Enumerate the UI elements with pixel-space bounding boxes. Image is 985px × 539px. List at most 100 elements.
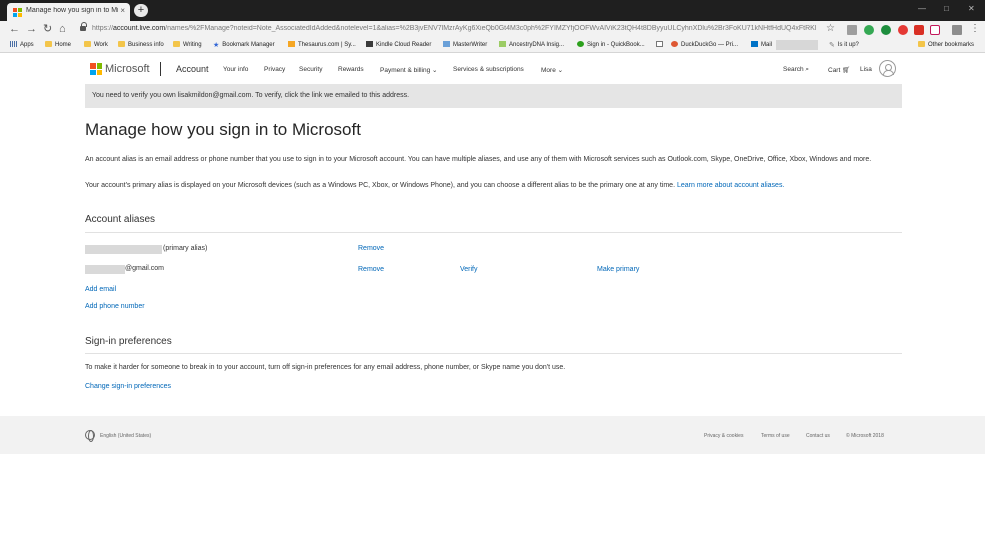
search-button[interactable]: Search ⌕ bbox=[783, 66, 809, 74]
bookmark-work[interactable]: Work bbox=[84, 41, 108, 48]
profile-icon[interactable] bbox=[952, 25, 962, 35]
bookmark-home[interactable]: Home bbox=[45, 41, 71, 48]
folder-icon bbox=[173, 41, 180, 47]
tab-close-icon[interactable]: × bbox=[120, 6, 125, 15]
bookmark-business-info[interactable]: Business info bbox=[118, 41, 164, 48]
bookmark-masterwriter[interactable]: MasterWriter bbox=[443, 41, 487, 48]
page-title: Manage how you sign in to Microsoft bbox=[85, 120, 361, 139]
kindle-icon bbox=[366, 41, 373, 47]
avatar-icon[interactable] bbox=[879, 60, 896, 77]
section-divider bbox=[85, 353, 902, 354]
duckduckgo-icon bbox=[671, 41, 678, 47]
url-prefix: https:// bbox=[92, 25, 114, 32]
page-content: Microsoft Account Your info Privacy Secu… bbox=[0, 54, 985, 539]
bookmark-kindle[interactable]: Kindle Cloud Reader bbox=[366, 41, 431, 48]
bookmarks-bar: Apps Home Work Business info Writing ★ Bo… bbox=[0, 38, 985, 53]
bookmark-apps[interactable]: Apps bbox=[10, 41, 34, 48]
footer-terms-link[interactable]: Terms of use bbox=[761, 433, 790, 439]
home-icon[interactable]: ⌂ bbox=[59, 22, 66, 37]
sign-in-preferences-text: To make it harder for someone to break i… bbox=[85, 364, 566, 371]
bookmark-ancestry[interactable]: AncestryDNA Insig... bbox=[499, 41, 564, 48]
ancestry-icon bbox=[499, 41, 506, 47]
primary-alias-description: Your account's primary alias is displaye… bbox=[85, 182, 676, 189]
account-home-link[interactable]: Account bbox=[176, 64, 209, 74]
star-icon: ★ bbox=[213, 42, 220, 49]
user-name[interactable]: Lisa bbox=[860, 66, 872, 73]
extension-red-icon[interactable] bbox=[914, 25, 924, 35]
extension-box-icon[interactable] bbox=[930, 25, 940, 35]
change-sign-in-preferences-link[interactable]: Change sign-in preferences bbox=[85, 383, 171, 390]
browser-tab[interactable]: Manage how you sign in to Mic × bbox=[7, 3, 130, 21]
outlook-mail-icon bbox=[751, 41, 758, 47]
url-host: account.live.com bbox=[113, 25, 166, 32]
wrench-icon: ✎ bbox=[829, 42, 835, 49]
bookmark-page[interactable] bbox=[656, 41, 666, 48]
reload-icon[interactable]: ↻ bbox=[43, 22, 52, 37]
make-primary-link[interactable]: Make primary bbox=[597, 266, 639, 273]
primary-alias-label: (primary alias) bbox=[163, 245, 208, 252]
section-divider bbox=[85, 232, 902, 233]
microsoft-favicon-icon bbox=[13, 8, 22, 17]
forward-icon[interactable]: → bbox=[26, 22, 37, 37]
header-divider bbox=[160, 62, 161, 76]
remove-gmail-alias-link[interactable]: Remove bbox=[358, 266, 384, 273]
browser-tab-strip: Manage how you sign in to Mic × + — □ ✕ bbox=[0, 0, 985, 21]
verify-alias-link[interactable]: Verify bbox=[460, 266, 478, 273]
cart-button[interactable]: Cart 🛒︎ bbox=[828, 66, 850, 74]
window-maximize-button[interactable]: □ bbox=[944, 4, 949, 13]
extension-opera-icon[interactable] bbox=[898, 25, 908, 35]
footer-privacy-link[interactable]: Privacy & cookies bbox=[704, 433, 743, 439]
bookmark-quickbooks[interactable]: Sign in - QuickBook... bbox=[577, 41, 645, 48]
bookmark-writing[interactable]: Writing bbox=[173, 41, 202, 48]
microsoft-logo-icon[interactable] bbox=[90, 63, 102, 75]
nav-rewards[interactable]: Rewards bbox=[338, 66, 364, 73]
redacted-alias bbox=[85, 265, 125, 274]
verify-banner: You need to verify you own lisakmildon@g… bbox=[85, 84, 902, 108]
add-email-link[interactable]: Add email bbox=[85, 286, 116, 293]
bookmark-is-it-up[interactable]: ✎ Is it up? bbox=[829, 41, 859, 49]
window-close-button[interactable]: ✕ bbox=[968, 4, 975, 13]
site-footer: English (United States) Privacy & cookie… bbox=[0, 416, 985, 454]
search-icon: ⌕ bbox=[805, 66, 810, 73]
nav-services-subscriptions[interactable]: Services & subscriptions bbox=[453, 66, 524, 73]
masterwriter-icon bbox=[443, 41, 450, 47]
nav-more[interactable]: More ⌄ bbox=[541, 66, 563, 74]
extension-green-icon[interactable] bbox=[864, 25, 874, 35]
extension-page-icon[interactable] bbox=[847, 25, 857, 35]
bookmark-duckduckgo[interactable]: DuckDuckGo — Pri... bbox=[671, 41, 738, 48]
back-icon[interactable]: ← bbox=[9, 22, 20, 37]
nav-payment-billing[interactable]: Payment & billing ⌄ bbox=[380, 66, 437, 74]
bookmark-manager[interactable]: ★ Bookmark Manager bbox=[213, 41, 275, 49]
footer-contact-link[interactable]: Contact us bbox=[806, 433, 830, 439]
address-bar[interactable]: https://account.live.com/names/%2FManage… bbox=[92, 25, 820, 32]
new-tab-button[interactable]: + bbox=[134, 4, 148, 17]
quickbooks-icon bbox=[577, 41, 584, 47]
nav-privacy[interactable]: Privacy bbox=[264, 66, 285, 73]
nav-your-info[interactable]: Your info bbox=[223, 66, 248, 73]
tab-title: Manage how you sign in to Mic bbox=[26, 7, 118, 14]
thesaurus-icon bbox=[288, 41, 295, 47]
account-aliases-heading: Account aliases bbox=[85, 214, 156, 225]
folder-icon bbox=[118, 41, 125, 47]
redacted-bookmark bbox=[776, 40, 818, 50]
locale-selector[interactable]: English (United States) bbox=[100, 433, 151, 439]
empty-page-area bbox=[0, 454, 985, 539]
bookmark-mail[interactable]: Mail bbox=[751, 41, 772, 48]
search-label: Search bbox=[783, 66, 804, 73]
window-minimize-button[interactable]: — bbox=[918, 4, 926, 13]
nav-security[interactable]: Security bbox=[299, 66, 322, 73]
learn-more-link[interactable]: Learn more about account aliases. bbox=[677, 182, 784, 189]
remove-primary-alias-link[interactable]: Remove bbox=[358, 245, 384, 252]
cart-icon: 🛒︎ bbox=[842, 67, 851, 74]
add-phone-number-link[interactable]: Add phone number bbox=[85, 303, 145, 310]
extension-leaf-icon[interactable] bbox=[881, 25, 891, 35]
site-header: Microsoft Account Your info Privacy Secu… bbox=[0, 54, 985, 84]
folder-icon bbox=[84, 41, 91, 47]
microsoft-brand[interactable]: Microsoft bbox=[105, 63, 150, 75]
bookmark-star-icon[interactable]: ☆ bbox=[826, 23, 835, 34]
browser-menu-icon[interactable]: ⋮ bbox=[970, 23, 980, 34]
cart-label: Cart bbox=[828, 67, 841, 74]
primary-alias-text: Your account's primary alias is displaye… bbox=[85, 180, 905, 191]
bookmark-other[interactable]: Other bookmarks bbox=[918, 41, 974, 48]
bookmark-thesaurus[interactable]: Thesaurus.com | Sy... bbox=[288, 41, 356, 48]
